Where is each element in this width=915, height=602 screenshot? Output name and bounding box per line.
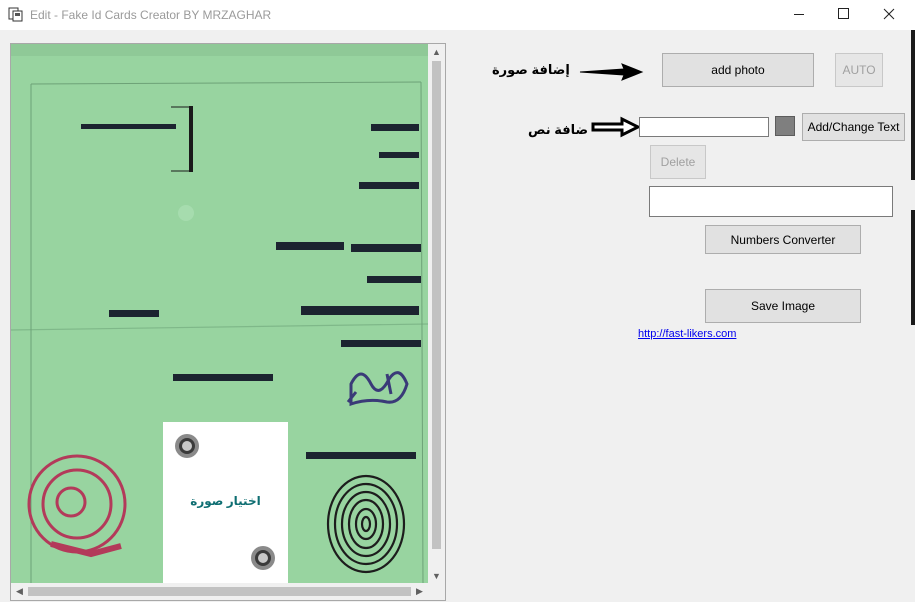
window-title: Edit - Fake Id Cards Creator BY MRZAGHAR [30, 8, 272, 22]
auto-button[interactable]: AUTO [835, 53, 883, 87]
arrow-right-outline-icon [591, 116, 642, 138]
close-button[interactable] [866, 0, 912, 30]
arrow-right-icon [579, 63, 644, 81]
website-link[interactable]: http://fast-likers.com [638, 328, 736, 340]
maximize-icon [838, 8, 849, 19]
maximize-button[interactable] [820, 0, 866, 30]
add-photo-annotation: إضافة صورة [492, 62, 570, 77]
photo-placeholder[interactable]: اختيار صورة [163, 422, 288, 584]
window-edge [911, 210, 915, 325]
delete-button[interactable]: Delete [650, 145, 706, 179]
add-photo-button[interactable]: add photo [662, 53, 814, 87]
text-input[interactable] [639, 117, 769, 137]
add-change-text-button[interactable]: Add/Change Text [802, 113, 905, 141]
eyelet-icon [175, 434, 199, 458]
scroll-up-icon[interactable]: ▲ [428, 44, 445, 61]
photo-placeholder-label: اختيار صورة [190, 494, 261, 508]
scroll-left-icon[interactable]: ◀ [11, 583, 28, 600]
numbers-converter-button[interactable]: Numbers Converter [705, 225, 861, 254]
eyelet-icon [251, 546, 275, 570]
minimize-icon [794, 14, 804, 15]
numbers-input[interactable] [649, 186, 893, 217]
minimize-button[interactable] [776, 0, 822, 30]
save-image-button[interactable]: Save Image [705, 289, 861, 323]
horizontal-scrollbar[interactable]: ◀ ▶ [11, 583, 428, 600]
close-icon [883, 8, 895, 20]
app-icon [8, 7, 23, 22]
vertical-scroll-thumb[interactable] [432, 61, 441, 549]
scroll-right-icon[interactable]: ▶ [411, 583, 428, 600]
horizontal-scroll-thumb[interactable] [28, 587, 411, 596]
scroll-corner [428, 583, 445, 600]
text-color-swatch[interactable] [775, 116, 795, 136]
title-bar: Edit - Fake Id Cards Creator BY MRZAGHAR [0, 0, 915, 30]
image-viewer[interactable]: اختيار صورة ▲ ▼ ◀ ▶ [10, 43, 446, 601]
window-edge [911, 30, 915, 180]
vertical-scrollbar[interactable]: ▲ ▼ [428, 44, 445, 585]
add-text-annotation: ضافة نص [528, 122, 589, 137]
